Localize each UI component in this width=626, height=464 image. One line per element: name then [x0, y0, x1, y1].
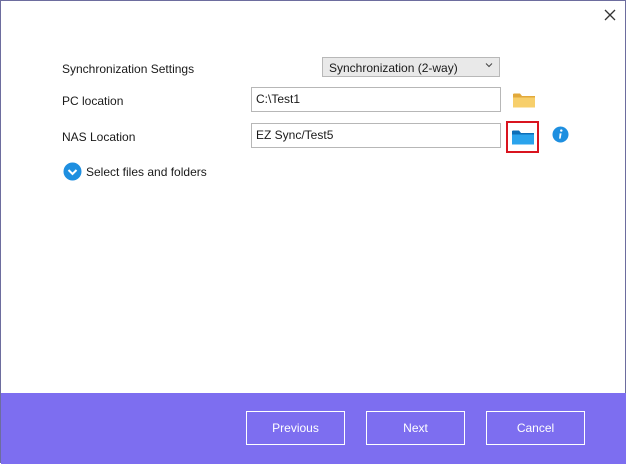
chevron-down-icon: [485, 63, 493, 68]
previous-button[interactable]: Previous: [246, 411, 345, 445]
nas-location-field[interactable]: [251, 123, 501, 148]
sync-settings-label: Synchronization Settings: [62, 62, 195, 76]
footer-bar: Previous Next Cancel: [1, 393, 626, 464]
dialog-window: Synchronization Settings Synchronization…: [0, 0, 626, 464]
info-icon[interactable]: [552, 126, 569, 143]
pc-folder-icon[interactable]: [512, 91, 536, 109]
nas-location-label: NAS Location: [62, 130, 136, 144]
expand-chevron-icon[interactable]: [63, 162, 82, 181]
sync-settings-value: Synchronization (2-way): [329, 61, 458, 75]
pc-location-label: PC location: [62, 94, 124, 108]
pc-location-field[interactable]: [251, 87, 501, 112]
close-icon[interactable]: [602, 7, 618, 23]
nas-folder-icon[interactable]: [511, 128, 535, 146]
next-button[interactable]: Next: [366, 411, 465, 445]
nas-location-input[interactable]: [256, 128, 496, 142]
pc-location-input[interactable]: [256, 92, 496, 106]
sync-settings-dropdown[interactable]: Synchronization (2-way): [322, 57, 500, 77]
select-files-label[interactable]: Select files and folders: [86, 165, 207, 179]
cancel-button[interactable]: Cancel: [486, 411, 585, 445]
